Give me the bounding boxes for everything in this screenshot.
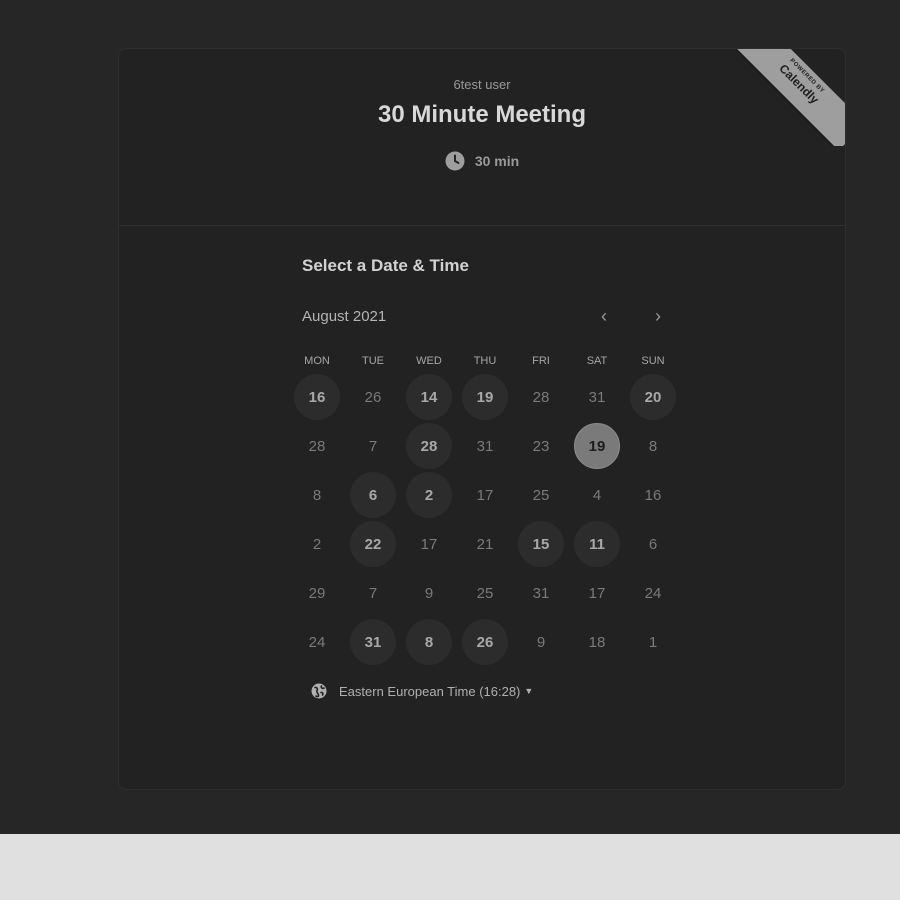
calendar-day: 28: [308, 437, 326, 455]
weekday-label: SAT: [586, 355, 608, 367]
calendar-day: 7: [368, 437, 378, 455]
previous-month-button[interactable]: ‹: [591, 303, 617, 329]
calendar-day: 8: [312, 486, 322, 504]
calendar-day-available[interactable]: 31: [350, 619, 396, 665]
calendar-day: 23: [532, 437, 550, 455]
calendar-grid: 16 26 14 19 28 31 20 28 7 28 31 23 19 8 8 6 2 17 25 4 16 2 22 1…: [289, 374, 681, 668]
calendar-day: 31: [476, 437, 494, 455]
weekday-label: FRI: [532, 355, 550, 367]
page-background: POWERED BY Calendly 6test user 30 Minute…: [0, 0, 900, 834]
calendar-day: 17: [476, 486, 494, 504]
next-month-button[interactable]: ›: [645, 303, 671, 329]
calendar-day: 17: [588, 584, 606, 602]
calendar-day-available[interactable]: 11: [574, 521, 620, 567]
chevron-down-icon: ▼: [524, 686, 534, 696]
calendar-day: 25: [532, 486, 550, 504]
calendar-day: 28: [532, 388, 550, 406]
calendar-day: 6: [648, 535, 658, 553]
calendar-day-available[interactable]: 14: [406, 374, 452, 420]
event-header: 6test user 30 Minute Meeting 30 min: [119, 49, 845, 226]
calendar-day-available[interactable]: 16: [294, 374, 340, 420]
weekday-label: SUN: [641, 355, 665, 367]
host-name: 6test user: [453, 77, 511, 92]
calendar-day: 31: [588, 388, 606, 406]
calendar-day-available[interactable]: 2: [406, 472, 452, 518]
calendar-day: 24: [644, 584, 662, 602]
timezone-selector[interactable]: Eastern European Time (16:28) ▼: [311, 683, 533, 699]
weekday-label: TUE: [362, 355, 384, 367]
calendar-day: 26: [364, 388, 382, 406]
calendar-day: 8: [648, 437, 658, 455]
calendar-day: 21: [476, 535, 494, 553]
calendar-day: 9: [536, 633, 546, 651]
month-label: August 2021: [302, 308, 387, 325]
calendar-day-available[interactable]: 6: [350, 472, 396, 518]
booking-card: POWERED BY Calendly 6test user 30 Minute…: [118, 48, 846, 790]
calendar-day-available[interactable]: 28: [406, 423, 452, 469]
calendar-day: 7: [368, 584, 378, 602]
bottom-bar: [0, 834, 900, 900]
calendar-day: 16: [644, 486, 662, 504]
calendar-day: 24: [308, 633, 326, 651]
calendar-day: 4: [592, 486, 602, 504]
weekday-label: WED: [416, 355, 442, 367]
event-duration: 30 min: [119, 151, 845, 171]
calendar-day-available[interactable]: 22: [350, 521, 396, 567]
timezone-label: Eastern European Time (16:28): [339, 683, 521, 699]
calendar-day-selected[interactable]: 19: [574, 423, 620, 469]
event-title: 30 Minute Meeting: [377, 101, 587, 128]
calendar-day: 2: [312, 535, 322, 553]
calendar-day-available[interactable]: 15: [518, 521, 564, 567]
weekday-header: MON TUE WED THU FRI SAT SUN: [289, 355, 681, 369]
calendar-day-available[interactable]: 26: [462, 619, 508, 665]
calendar-day-available[interactable]: 8: [406, 619, 452, 665]
calendar-day: 29: [308, 584, 326, 602]
calendar-day-available[interactable]: 20: [630, 374, 676, 420]
calendar-day: 17: [420, 535, 438, 553]
calendar-day: 25: [476, 584, 494, 602]
calendar-day: 9: [424, 584, 434, 602]
duration-label: 30 min: [474, 153, 520, 169]
weekday-label: THU: [473, 355, 497, 367]
clock-icon: [445, 151, 465, 171]
weekday-label: MON: [304, 355, 330, 367]
globe-icon: [311, 683, 327, 699]
calendar-day: 18: [588, 633, 606, 651]
calendar-day: 31: [532, 584, 550, 602]
calendar-day: 1: [648, 633, 658, 651]
select-date-title: Select a Date & Time: [302, 256, 469, 275]
calendar-day-available[interactable]: 19: [462, 374, 508, 420]
